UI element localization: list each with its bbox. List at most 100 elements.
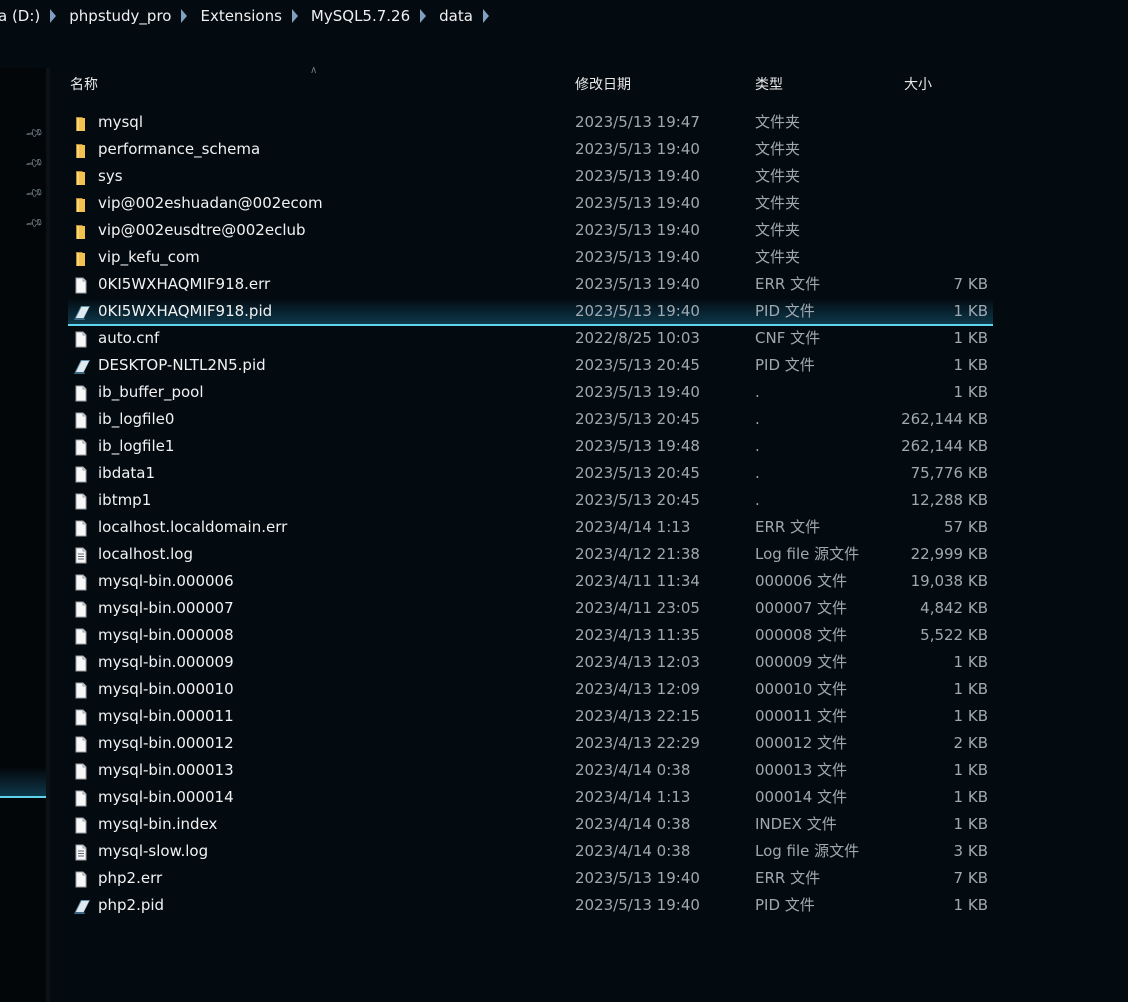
breadcrumb-item-drive[interactable]: a (D:) [0, 7, 45, 25]
file-row[interactable]: mysql-bin.000011 2023/4/13 22:15 000011 文件… [68, 703, 993, 730]
file-icon [73, 384, 89, 402]
file-row[interactable]: mysql-bin.000014 2023/4/14 1:13 000014 文件 1… [68, 784, 993, 811]
file-row[interactable]: mysql-bin.000009 2023/4/13 12:03 000009 文件… [68, 649, 993, 676]
file-type: INDEX 文件 [755, 815, 837, 833]
file-icon [73, 276, 89, 294]
breadcrumb-item-extensions[interactable]: Extensions [200, 7, 286, 25]
chevron-right-icon[interactable] [181, 9, 188, 23]
file-type: 000010 文件 [755, 680, 848, 698]
file-icon [73, 627, 89, 645]
file-row[interactable]: php2.err 2023/5/13 19:40 ERR 文件 7 KB [68, 865, 993, 892]
file-row[interactable]: mysql-bin.000006 2023/4/11 11:34 000006 文件… [68, 568, 993, 595]
file-row[interactable]: vip@002eshuadan@002ecom 2023/5/13 19:40 文件… [68, 190, 993, 217]
file-type: PID 文件 [755, 302, 815, 320]
file-name: php2.err [98, 869, 163, 887]
chevron-right-icon[interactable] [482, 9, 489, 23]
pin-icon[interactable]: 📌︎ [24, 153, 45, 173]
text-file-icon [73, 546, 89, 564]
file-modified-date: 2023/5/13 19:40 [575, 896, 700, 914]
file-row[interactable]: 0KI5WXHAQMIF918.err 2023/5/13 19:40 ERR 文件… [68, 271, 993, 298]
file-row[interactable]: ibdata1 2023/5/13 20:45. 75,776 KB [68, 460, 993, 487]
navigation-pane[interactable]: 📌︎ 📌︎ 📌︎ 📌︎ [0, 68, 46, 1002]
file-size: 1 KB [953, 815, 988, 833]
navigation-item-selected[interactable] [0, 768, 46, 798]
file-row[interactable]: vip@002eusdtre@002eclub 2023/5/13 19:40 文件… [68, 217, 993, 244]
file-row[interactable]: php2.pid 2023/5/13 19:40 PID 文件 1 KB [68, 892, 993, 919]
file-size: 22,999 KB [910, 545, 988, 563]
file-name: auto.cnf [98, 329, 160, 347]
file-row[interactable]: DESKTOP-NLTL2N5.pid 2023/5/13 20:45 PID 文件… [68, 352, 993, 379]
file-row[interactable]: mysql-bin.index 2023/4/14 0:38 INDEX 文件 1 K… [68, 811, 993, 838]
file-icon [73, 411, 89, 429]
file-row[interactable]: vip_kefu_com 2023/5/13 19:40 文件夹 [68, 244, 993, 271]
chevron-right-icon[interactable] [291, 9, 298, 23]
file-row[interactable]: mysql-bin.000008 2023/4/13 11:35 000008 文件… [68, 622, 993, 649]
file-type: Log file 源文件 [755, 842, 860, 860]
file-type: 000007 文件 [755, 599, 848, 617]
file-icon [73, 708, 89, 726]
column-header: 名称 修改日期 类型 大小 [50, 72, 1050, 98]
file-row[interactable]: ib_logfile1 2023/5/13 19:48. 262,144 KB [68, 433, 993, 460]
file-list-view[interactable]: ∧ 名称 修改日期 类型 大小 mysql 2023/5/13 19:47 文件夹 p… [50, 65, 1128, 1002]
file-name: vip_kefu_com [98, 248, 200, 266]
file-type: 文件夹 [755, 248, 801, 266]
file-row[interactable]: localhost.localdomain.err 2023/4/14 1:13 E… [68, 514, 993, 541]
folder-icon [73, 168, 89, 185]
file-row[interactable]: mysql-bin.000013 2023/4/14 0:38 000013 文件 1… [68, 757, 993, 784]
file-row[interactable]: mysql-bin.000007 2023/4/11 23:05 000007 文件… [68, 595, 993, 622]
file-size: 5,522 KB [920, 626, 988, 644]
file-size: 1 KB [953, 383, 988, 401]
file-modified-date: 2023/4/14 0:38 [575, 842, 691, 860]
chevron-right-icon[interactable] [50, 9, 57, 23]
file-row[interactable]: mysql-bin.000012 2023/4/13 22:29 000012 文件… [68, 730, 993, 757]
file-type: 文件夹 [755, 113, 801, 131]
pin-icon[interactable]: 📌︎ [24, 213, 45, 233]
file-row[interactable]: mysql-slow.log 2023/4/14 0:38 Log file 源文件… [68, 838, 993, 865]
file-row[interactable]: localhost.log 2023/4/12 21:38 Log file 源文件… [68, 541, 993, 568]
file-modified-date: 2022/8/25 10:03 [575, 329, 700, 347]
breadcrumb-item-mysql[interactable]: MySQL5.7.26 [311, 7, 415, 25]
file-row[interactable]: mysql 2023/5/13 19:47 文件夹 [68, 109, 993, 136]
column-header-type[interactable]: 类型 [755, 72, 783, 98]
file-row[interactable]: mysql-bin.000010 2023/4/13 12:09 000010 文件… [68, 676, 993, 703]
pid-file-icon [73, 357, 90, 374]
file-type: 000006 文件 [755, 572, 848, 590]
file-row[interactable]: ib_buffer_pool 2023/5/13 19:40. 1 KB [68, 379, 993, 406]
file-row[interactable]: auto.cnf 2022/8/25 10:03 CNF 文件 1 KB [68, 325, 993, 352]
file-type: PID 文件 [755, 356, 815, 374]
pin-icon[interactable]: 📌︎ [24, 183, 45, 203]
file-type: 000009 文件 [755, 653, 848, 671]
file-row[interactable]: ib_logfile0 2023/5/13 20:45. 262,144 KB [68, 406, 993, 433]
file-icon [73, 816, 89, 834]
file-type: Log file 源文件 [755, 545, 860, 563]
column-header-size[interactable]: 大小 [904, 72, 932, 98]
file-name: vip@002eshuadan@002ecom [98, 194, 323, 212]
file-row-selected[interactable]: 0KI5WXHAQMIF918.pid 2023/5/13 19:40 PID 文件… [68, 298, 993, 326]
file-modified-date: 2023/5/13 20:45 [575, 410, 700, 428]
file-name: localhost.log [98, 545, 193, 563]
file-icon [73, 519, 89, 537]
file-size: 7 KB [953, 869, 988, 887]
column-header-date[interactable]: 修改日期 [575, 72, 631, 98]
file-size: 262,144 KB [901, 410, 988, 428]
chevron-right-icon[interactable] [420, 9, 427, 23]
breadcrumb-item-data[interactable]: data [439, 7, 478, 25]
file-name: mysql-bin.000008 [98, 626, 234, 644]
file-name: php2.pid [98, 896, 165, 914]
breadcrumb[interactable]: a (D:) phpstudy_pro Extensions MySQL5.7.… [0, 0, 1128, 32]
pin-icon[interactable]: 📌︎ [24, 123, 45, 143]
breadcrumb-item-phpstudy[interactable]: phpstudy_pro [69, 7, 176, 25]
file-name: 0KI5WXHAQMIF918.pid [98, 302, 273, 320]
column-header-name[interactable]: 名称 [70, 72, 98, 98]
file-name: ib_logfile1 [98, 437, 175, 455]
file-row[interactable]: sys 2023/5/13 19:40 文件夹 [68, 163, 993, 190]
file-name: ibdata1 [98, 464, 156, 482]
file-row[interactable]: ibtmp1 2023/5/13 20:45. 12,288 KB [68, 487, 993, 514]
file-size: 1 KB [953, 896, 988, 914]
file-name: mysql-bin.000007 [98, 599, 234, 617]
file-name: performance_schema [98, 140, 261, 158]
file-icon [73, 870, 89, 888]
file-row[interactable]: performance_schema 2023/5/13 19:40 文件夹 [68, 136, 993, 163]
file-type: ERR 文件 [755, 518, 821, 536]
file-name: ib_buffer_pool [98, 383, 204, 401]
